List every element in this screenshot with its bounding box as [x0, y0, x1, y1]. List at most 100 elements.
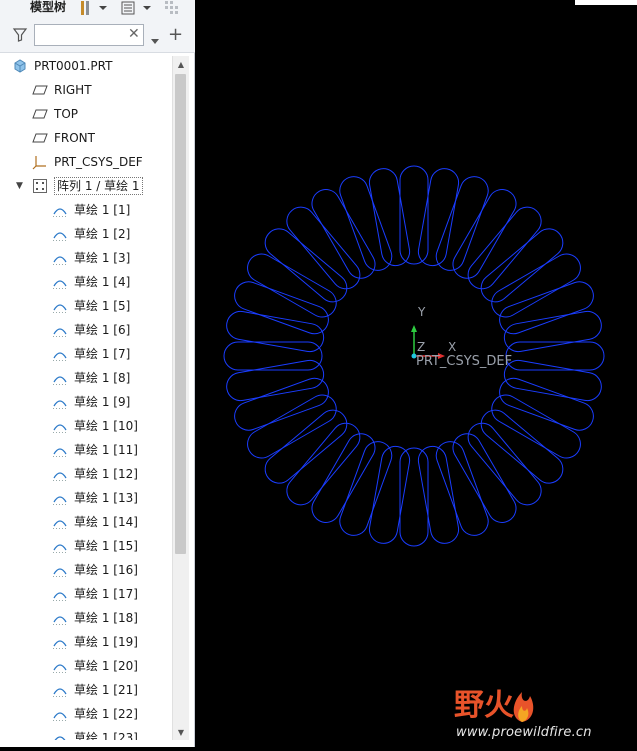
sketch-slot[interactable]: [475, 404, 568, 488]
tree-item-sketch[interactable]: 草绘 1 [23]: [52, 728, 138, 740]
add-icon[interactable]: +: [168, 26, 183, 44]
sketch-slot[interactable]: [259, 404, 352, 488]
sketch-slot[interactable]: [242, 249, 341, 322]
chevron-down-icon[interactable]: [142, 0, 152, 16]
chevron-down-icon[interactable]: [98, 0, 108, 16]
sketch-slot[interactable]: [231, 374, 333, 434]
sketch-slot[interactable]: [259, 223, 352, 307]
sketch-slot[interactable]: [416, 166, 461, 267]
watermark-url: www.proewildfire.cn: [456, 725, 592, 740]
sketch-icon: [52, 658, 68, 674]
tree-item-sketch[interactable]: 草绘 1 [15]: [52, 536, 138, 556]
tree-item-right[interactable]: RIGHT: [32, 80, 92, 100]
model-tree-title: 模型树: [30, 0, 67, 14]
sketch-slot[interactable]: [432, 173, 492, 275]
sketch-icon: [52, 730, 68, 740]
sketch-slot[interactable]: [432, 438, 492, 540]
tree-item-sketch[interactable]: 草绘 1 [19]: [52, 632, 138, 652]
sketch-slot[interactable]: [307, 184, 380, 283]
graphics-viewport[interactable]: PRT_CSYS_DEF Y X Z: [196, 0, 637, 747]
sketch-icon: [52, 490, 68, 506]
tree-item-label: FRONT: [54, 131, 95, 145]
tree-item-sketch[interactable]: 草绘 1 [12]: [52, 464, 138, 484]
clear-icon[interactable]: ✕: [128, 26, 140, 42]
tree-item-sketch[interactable]: 草绘 1 [21]: [52, 680, 138, 700]
tree-item-sketch[interactable]: 草绘 1 [10]: [52, 416, 138, 436]
tree-item-label: 草绘 1 [15]: [74, 539, 138, 553]
pattern-icon: [32, 178, 48, 194]
sketch-slot[interactable]: [399, 165, 429, 265]
sketch-slot[interactable]: [462, 417, 546, 510]
sketch-slot[interactable]: [336, 438, 396, 540]
sketch-slot[interactable]: [487, 249, 586, 322]
scroll-down-icon[interactable]: ▼: [173, 724, 189, 740]
scroll-up-icon[interactable]: ▲: [173, 56, 189, 72]
sketch-slot[interactable]: [307, 429, 380, 528]
tree-item-csys[interactable]: PRT_CSYS_DEF: [32, 152, 143, 172]
tree-item-sketch[interactable]: 草绘 1 [4]: [52, 272, 130, 292]
sketch-slot[interactable]: [475, 223, 568, 307]
tree-item-sketch[interactable]: 草绘 1 [13]: [52, 488, 138, 508]
filter-icon[interactable]: [12, 27, 28, 47]
tree-item-top[interactable]: TOP: [32, 104, 78, 124]
chevron-down-icon[interactable]: [150, 31, 160, 50]
sketch-slot[interactable]: [367, 166, 412, 267]
tree-item-sketch[interactable]: 草绘 1 [6]: [52, 320, 130, 340]
tree-item-sketch[interactable]: 草绘 1 [14]: [52, 512, 138, 532]
sketch-icon: [52, 298, 68, 314]
axis-x-label: X: [448, 340, 457, 354]
sketch-slot[interactable]: [281, 417, 365, 510]
sketch-slot[interactable]: [224, 309, 325, 354]
sketch-slot[interactable]: [231, 278, 333, 338]
sketch-icon: [52, 322, 68, 338]
sketch-slot[interactable]: [505, 341, 605, 371]
tree-item-sketch[interactable]: 草绘 1 [2]: [52, 224, 130, 244]
tree-item-sketch[interactable]: 草绘 1 [11]: [52, 440, 138, 460]
tree-item-pattern[interactable]: ▼ 阵列 1 / 草绘 1: [16, 176, 143, 196]
tree-item-sketch[interactable]: 草绘 1 [5]: [52, 296, 130, 316]
tree-item-label: 草绘 1 [11]: [74, 443, 138, 457]
sketch-slot[interactable]: [502, 358, 603, 403]
show-list-icon[interactable]: [120, 0, 136, 16]
tree-item-sketch[interactable]: 草绘 1 [1]: [52, 200, 130, 220]
sketch-slot[interactable]: [502, 309, 603, 354]
sketch-icon: [52, 346, 68, 362]
tree-item-sketch[interactable]: 草绘 1 [20]: [52, 656, 138, 676]
tree-item-sketch[interactable]: 草绘 1 [18]: [52, 608, 138, 628]
sketch-slot[interactable]: [462, 201, 546, 294]
tree-item-sketch[interactable]: 草绘 1 [9]: [52, 392, 130, 412]
tree-root-part[interactable]: PRT0001.PRT: [12, 56, 112, 76]
sketch-icon: [52, 538, 68, 554]
tree-item-sketch[interactable]: 草绘 1 [22]: [52, 704, 138, 724]
sketch-slot[interactable]: [416, 444, 461, 545]
sketch-icon: [52, 466, 68, 482]
sketch-slot[interactable]: [224, 358, 325, 403]
sketch-slot[interactable]: [448, 184, 521, 283]
tree-item-label: 草绘 1 [22]: [74, 707, 138, 721]
settings-tools-icon[interactable]: [78, 0, 94, 16]
sketch-slot[interactable]: [281, 201, 365, 294]
sketch-icon: [52, 706, 68, 722]
scrollbar-thumb[interactable]: [175, 74, 186, 554]
tree-item-label: 草绘 1 [4]: [74, 275, 131, 289]
tree-item-sketch[interactable]: 草绘 1 [8]: [52, 368, 130, 388]
tree-item-sketch[interactable]: 草绘 1 [16]: [52, 560, 138, 580]
tree-item-sketch[interactable]: 草绘 1 [7]: [52, 344, 130, 364]
expand-arrow-icon[interactable]: ▼: [16, 181, 28, 191]
tree-item-sketch[interactable]: 草绘 1 [17]: [52, 584, 138, 604]
sketch-slot[interactable]: [496, 374, 598, 434]
sketch-slot[interactable]: [367, 444, 412, 545]
sketch-slot[interactable]: [223, 341, 323, 371]
sketch-slot[interactable]: [448, 429, 521, 528]
tree-item-sketch[interactable]: 草绘 1 [3]: [52, 248, 130, 268]
sketch-slot[interactable]: [496, 278, 598, 338]
tree-item-front[interactable]: FRONT: [32, 128, 95, 148]
layer-grid-icon[interactable]: [164, 0, 182, 16]
sketch-icon: [52, 370, 68, 386]
csys-label: PRT_CSYS_DEF: [416, 354, 513, 369]
sketch-slot[interactable]: [487, 390, 586, 463]
sketch-slot[interactable]: [336, 173, 396, 275]
tree-scrollbar[interactable]: ▲ ▼: [172, 56, 189, 740]
sketch-slot[interactable]: [242, 390, 341, 463]
sketch-slot[interactable]: [399, 447, 429, 547]
